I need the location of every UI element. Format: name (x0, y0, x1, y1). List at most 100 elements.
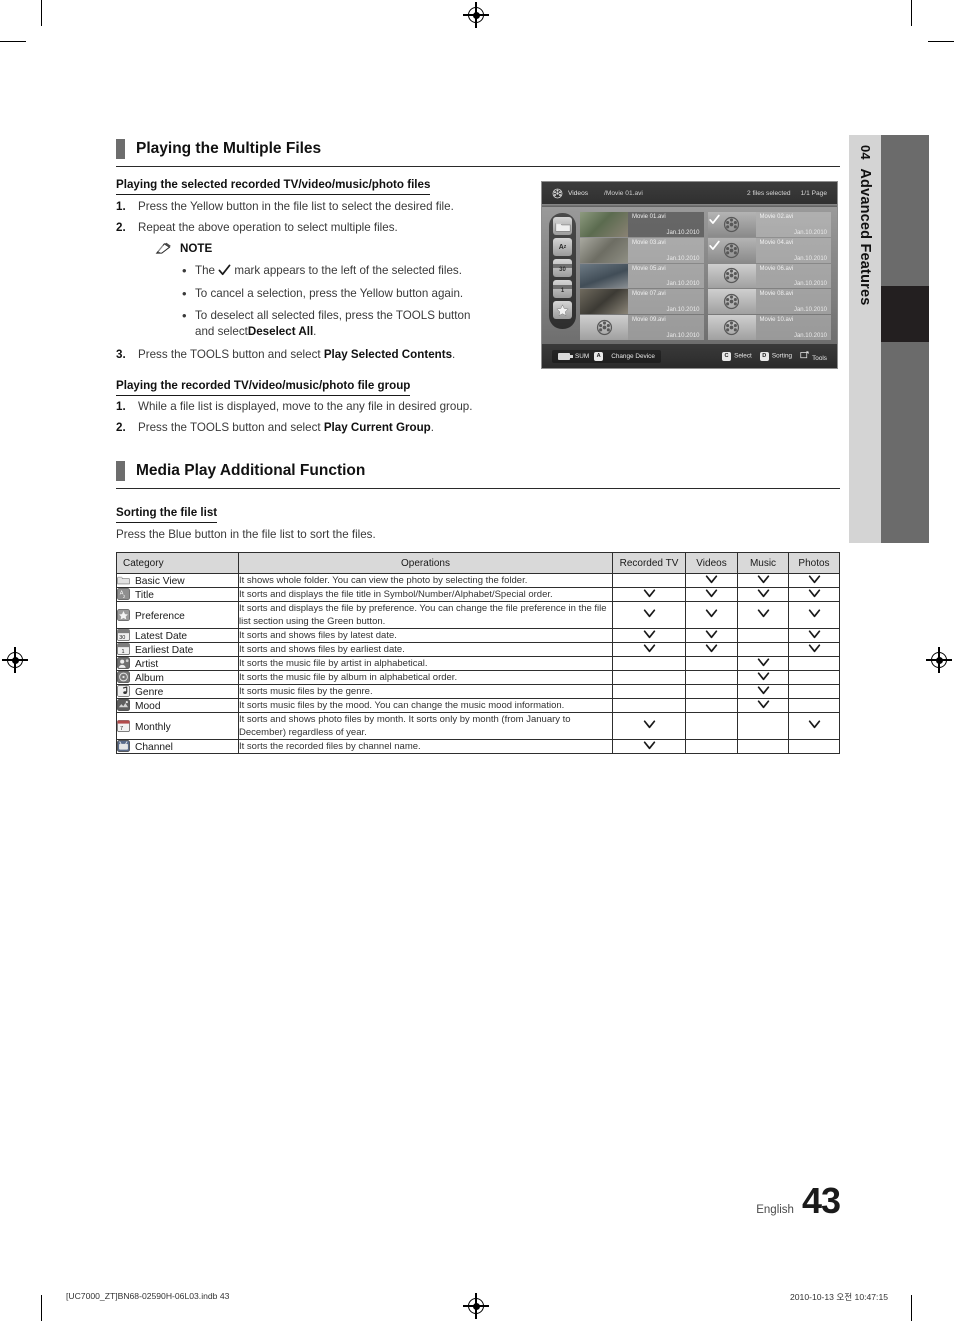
bullet-bold: Deselect All (247, 325, 314, 338)
file-name: Movie 04.avi (759, 239, 794, 246)
star-icon[interactable] (553, 301, 572, 319)
file-thumbnail (707, 212, 756, 237)
tv-file-grid[interactable]: Movie 01.avi Jan.10.2010 Movie 02.avi Ja… (580, 212, 831, 340)
category-label: Channel (135, 742, 173, 753)
cell-category: Channel (116, 739, 239, 754)
check-mark-icon (705, 574, 718, 583)
cell-photos (788, 739, 840, 754)
cell-operations: It sorts and displays the file title in … (238, 587, 613, 602)
file-date: Jan.10.2010 (666, 332, 700, 339)
check-mark-icon (643, 629, 655, 638)
file-thumbnail (707, 263, 756, 289)
tv-file-cell[interactable]: Movie 04.avi Jan.10.2010 (707, 237, 831, 263)
tv-select-action[interactable]: C Select (722, 351, 752, 361)
folder-icon[interactable] (553, 217, 572, 235)
calendar-1-icon[interactable]: 1 (553, 280, 572, 298)
cell-operations: It sorts music files by the genre. (238, 684, 613, 699)
cell-recorded-tv (612, 670, 686, 685)
check-mark-icon (757, 588, 769, 597)
note-bullet-2: • To cancel a selection, press the Yello… (182, 287, 463, 300)
cell-videos (685, 684, 738, 699)
file-meta: Movie 03.avi Jan.10.2010 (628, 237, 704, 263)
cell-operations: It sorts the recorded files by channel n… (238, 739, 613, 754)
cell-category: 30 Latest Date (116, 628, 239, 643)
tv-file-cell[interactable]: Movie 01.avi Jan.10.2010 (580, 212, 704, 237)
col-header-videos: Videos (685, 552, 738, 574)
cell-videos (685, 573, 738, 588)
table-row: Album It sorts the music file by album in… (116, 670, 840, 685)
chapter-title: Advanced Features (857, 168, 873, 306)
tv-file-cell[interactable]: Movie 02.avi Jan.10.2010 (707, 212, 831, 237)
file-name: Movie 01.avi (632, 214, 666, 220)
cell-videos (685, 601, 738, 629)
col-header-operations: Operations (238, 552, 613, 574)
cell-music (737, 698, 789, 713)
calendar-30-icon: 30 (117, 629, 130, 641)
table-row: Preference It sorts and displays the file… (116, 601, 840, 629)
file-meta: Movie 09.avi Jan.10.2010 (628, 315, 704, 340)
cell-recorded-tv (612, 601, 686, 629)
step-text-post: . (430, 421, 434, 434)
bullet-text: The mark appears to the left of the sele… (195, 264, 462, 277)
page-number-block: English 43 (756, 1180, 841, 1222)
table-row: Mood It sorts music files by the mood. Yo… (116, 698, 840, 713)
calendar-1-icon: 1 (117, 643, 130, 655)
category-label: Artist (135, 659, 159, 670)
tv-file-cell[interactable]: Movie 03.avi Jan.10.2010 (580, 237, 704, 263)
svg-text:30: 30 (119, 635, 125, 641)
check-icon (708, 214, 720, 224)
key-c[interactable]: C (722, 351, 732, 361)
bullet-text: To cancel a selection, press the Yellow … (195, 287, 464, 300)
bullet-text-post: . (313, 325, 317, 338)
crop-mark-top-left-h (0, 41, 26, 43)
category-label: Monthly (135, 721, 171, 733)
step-3: 3. Press the TOOLS button and select Pla… (116, 348, 455, 361)
tv-device-bar[interactable]: SUM A Change Device (552, 349, 661, 363)
cell-operations: It sorts the music file by artist in alp… (238, 656, 613, 671)
cell-category: Basic View (116, 573, 239, 588)
cell-operations: It sorts and shows files by earliest dat… (238, 642, 613, 657)
file-meta: Movie 07.avi Jan.10.2010 (628, 289, 704, 315)
tv-file-cell[interactable]: Movie 08.avi Jan.10.2010 (707, 289, 831, 315)
tv-device-label: SUM (575, 352, 590, 360)
cell-music (737, 642, 789, 657)
cell-recorded-tv (612, 642, 686, 657)
tv-file-cell[interactable]: Movie 05.avi Jan.10.2010 (580, 263, 704, 289)
key-a[interactable]: A (594, 351, 604, 361)
a-z-icon: Az (117, 588, 130, 600)
section-heading-additional-function: Media Play Additional Function (116, 461, 840, 489)
tv-file-cell[interactable]: Movie 09.avi Jan.10.2010 (580, 315, 704, 340)
table-header-row: Category Operations Recorded TV Videos M… (116, 552, 840, 574)
key-d[interactable]: D (759, 351, 769, 361)
tv-file-cell[interactable]: Movie 07.avi Jan.10.2010 (580, 289, 704, 315)
cell-music (737, 587, 789, 602)
tv-file-cell[interactable]: Movie 10.avi Jan.10.2010 (707, 315, 831, 340)
print-timestamp: 2010-10-13 오전 10:47:15 (790, 1292, 888, 1302)
bullet-dot: • (182, 308, 187, 323)
tv-sort-sidebar[interactable]: Az 30 1 (549, 213, 576, 329)
file-meta: Movie 01.avi Jan.10.2010 (628, 212, 704, 237)
step-1: 1. Press the Yellow button in the file l… (116, 200, 454, 213)
category-label: Genre (135, 687, 164, 698)
check-mark-icon (808, 588, 820, 597)
file-meta: Movie 06.avi Jan.10.2010 (755, 263, 831, 289)
tv-path: /Movie 01.avi (604, 189, 643, 197)
tv-file-cell[interactable]: Movie 06.avi Jan.10.2010 (707, 263, 831, 289)
check-mark-icon (705, 609, 718, 618)
tv-tools-action[interactable]: Tools (800, 350, 827, 362)
check-mark-icon (705, 629, 718, 638)
check-mark-icon (643, 720, 655, 729)
chapter-label: 04 Advanced Features (849, 135, 881, 543)
a-z-icon[interactable]: Az (553, 238, 572, 256)
cell-recorded-tv (612, 656, 686, 671)
film-reel-icon (723, 242, 740, 258)
tv-sorting-action[interactable]: D Sorting (759, 351, 792, 361)
file-date: Jan.10.2010 (666, 229, 700, 236)
bullet-text-post: mark appears to the left of the selected… (231, 264, 462, 277)
svg-text:7: 7 (120, 726, 123, 732)
tv-page-indicator: 1/1 Page (800, 189, 827, 197)
calendar-30-icon[interactable]: 30 (553, 259, 572, 277)
check-mark-icon (705, 588, 718, 597)
table-row: 30 Latest Date It sorts and shows files by… (116, 628, 840, 643)
crop-mark-top-right-h (928, 41, 954, 43)
